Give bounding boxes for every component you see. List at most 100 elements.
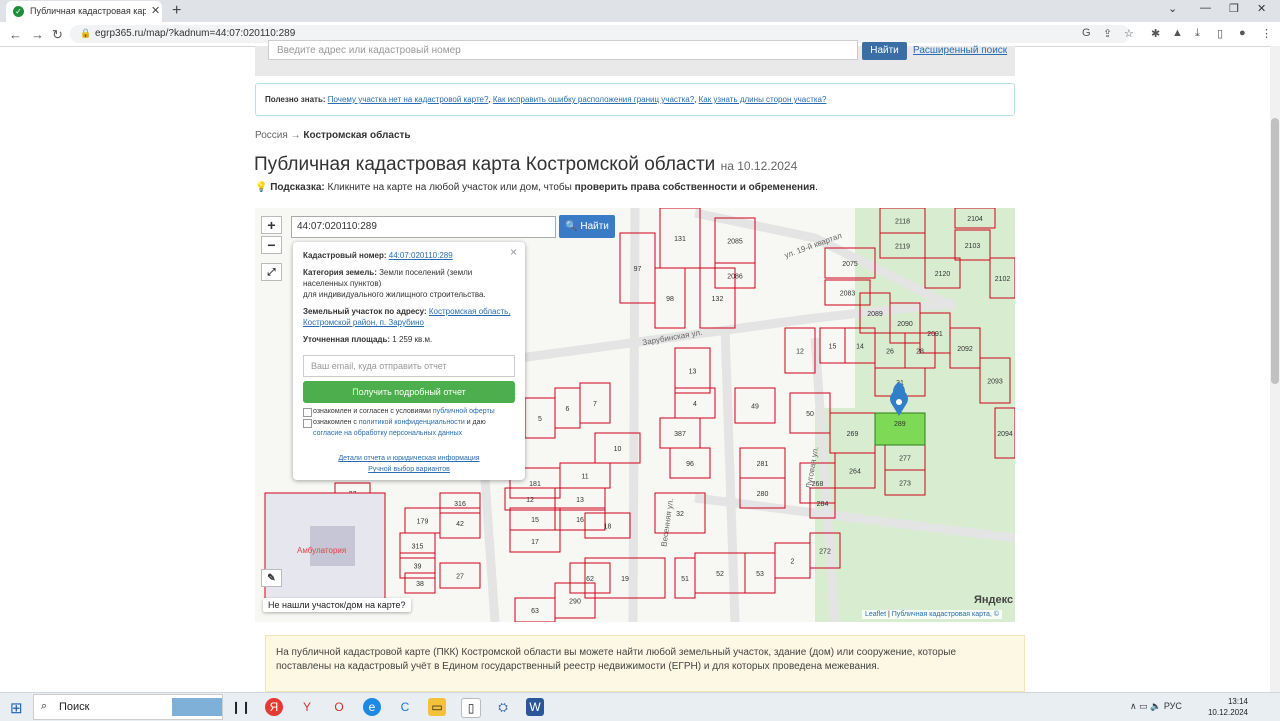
- network-icon[interactable]: ▭: [1139, 701, 1148, 711]
- parcel-label: 50: [806, 411, 814, 418]
- addr-label: Земельный участок по адресу:: [303, 307, 427, 316]
- parcel-label: 2089: [867, 311, 883, 318]
- hint: 💡 Подсказка: Кликните на карте на любой …: [255, 182, 818, 193]
- selected-parcel: [874, 412, 926, 446]
- clinic-label: Амбулатория: [297, 546, 347, 555]
- fullscreen-icon[interactable]: ⤢: [261, 263, 282, 281]
- parcel-label: 2092: [957, 346, 973, 353]
- map-search-input[interactable]: 44:07:020110:289: [291, 216, 556, 238]
- email-field[interactable]: Ваш email, куда отправить отчет: [303, 355, 515, 377]
- cat-label: Категория земель:: [303, 268, 377, 277]
- parcel-label: 12: [796, 349, 804, 356]
- opera-icon[interactable]: O: [330, 698, 348, 716]
- parcel-label: 17: [531, 539, 539, 546]
- selected-parcel-label[interactable]: 289: [894, 421, 906, 428]
- chrome-icon[interactable]: C: [396, 698, 414, 716]
- bookmark-star-icon[interactable]: ☆: [1124, 27, 1134, 40]
- extensions-icon[interactable]: ✱: [1151, 27, 1160, 40]
- not-found-button[interactable]: Не нашли участок/дом на карте?: [263, 598, 411, 612]
- breadcrumb-arrow: →: [290, 130, 301, 141]
- privacy-checkbox[interactable]: [303, 419, 312, 428]
- manual-choice-link[interactable]: Ручной выбор вариантов: [368, 466, 450, 473]
- breadcrumb-current: Костромская область: [303, 130, 411, 141]
- browser-tab[interactable]: ✓ Публичная кадастровая карта К ✕: [6, 1, 162, 22]
- word-icon[interactable]: W: [526, 698, 544, 716]
- hint-label: Подсказка:: [270, 182, 325, 193]
- ruler-icon[interactable]: ✎: [261, 569, 282, 587]
- useful-label: Полезно знать:: [265, 95, 326, 104]
- breadcrumb-root[interactable]: Россия: [255, 130, 288, 141]
- leaflet-link[interactable]: Leaflet: [865, 611, 886, 618]
- windows-start-icon[interactable]: ⊞: [10, 699, 23, 717]
- pkk-link[interactable]: Публичная кадастровая карта, ©: [892, 611, 999, 618]
- yandex-browser-icon[interactable]: Я: [265, 698, 283, 716]
- tab-search-icon[interactable]: ⌄: [1168, 2, 1177, 15]
- file-explorer-icon[interactable]: ▭: [428, 698, 446, 716]
- useful-link-1[interactable]: Почему участка нет на кадастровой карте?: [328, 95, 489, 104]
- clock[interactable]: 13:14 10.12.2024: [1200, 696, 1248, 718]
- yandex-logo: Яндекс: [974, 594, 1014, 606]
- google-icon[interactable]: G: [1082, 27, 1091, 39]
- useful-link-2[interactable]: Как исправить ошибку расположения границ…: [493, 95, 694, 104]
- yandex-icon[interactable]: Y: [298, 698, 316, 716]
- info-box: На публичной кадастровой карте (ПКК) Кос…: [265, 635, 1025, 692]
- map-find-button[interactable]: 🔍 Найти: [559, 215, 615, 238]
- chk2-link2[interactable]: согласие на обработку персональных данны…: [313, 430, 462, 437]
- taskbar-search[interactable]: ⌕ Поиск: [33, 694, 223, 720]
- parcel-label: 51: [681, 576, 689, 583]
- details-link[interactable]: Детали отчета и юридическая информация: [338, 455, 479, 462]
- window-close-icon[interactable]: ✕: [1257, 2, 1266, 15]
- back-icon[interactable]: ←: [9, 27, 22, 42]
- language-indicator[interactable]: РУС: [1164, 701, 1182, 711]
- notepad-icon[interactable]: ▯: [461, 698, 481, 718]
- new-tab-button[interactable]: +: [172, 2, 181, 20]
- cad-value-link[interactable]: 44:07:020110:289: [389, 251, 453, 260]
- menu-icon[interactable]: ⋮: [1261, 27, 1272, 40]
- task-view-icon[interactable]: ❙❙: [231, 698, 251, 716]
- share-icon[interactable]: ⇪: [1103, 27, 1112, 40]
- parcel-label: 281: [757, 461, 769, 468]
- advanced-search-link[interactable]: Расширенный поиск: [913, 45, 1007, 56]
- network-app-icon[interactable]: ⛭: [494, 698, 512, 716]
- parcel-label: 2119: [895, 244, 910, 251]
- parcel-label: 10: [614, 446, 622, 453]
- reload-icon[interactable]: ↻: [52, 27, 63, 43]
- restore-icon[interactable]: ❐: [1229, 2, 1239, 15]
- edge-icon[interactable]: e: [363, 698, 381, 716]
- parcel-label: 13: [576, 497, 584, 504]
- parcel-label: 52: [716, 571, 724, 578]
- hint-bold: проверить права собственности и обремене…: [574, 182, 816, 193]
- parcel-label: 2120: [935, 271, 951, 278]
- parcel-label: 290: [569, 599, 581, 606]
- scrollbar-thumb[interactable]: [1271, 118, 1279, 384]
- side-panel-icon[interactable]: ▯: [1217, 27, 1223, 40]
- parcel-label: 98: [666, 296, 674, 303]
- search-button[interactable]: Найти: [862, 42, 907, 60]
- minimize-icon[interactable]: —: [1200, 2, 1211, 14]
- parcel-label: 132: [712, 296, 724, 303]
- get-report-button[interactable]: Получить подробный отчет: [303, 381, 515, 403]
- address-search-input[interactable]: Введите адрес или кадастровый номер: [268, 40, 858, 60]
- parcel-label: 2: [791, 559, 795, 566]
- page-title-text: Публичная кадастровая карта Костромской …: [254, 154, 716, 175]
- zoom-in-button[interactable]: +: [261, 216, 282, 234]
- parcel-label: 26: [886, 349, 894, 356]
- parcel-label: 27: [456, 574, 464, 581]
- extension-icon[interactable]: ▲: [1172, 27, 1183, 39]
- tab-close-icon[interactable]: ✕: [151, 4, 160, 17]
- search-icon: ⌕: [41, 700, 48, 712]
- chk2-link[interactable]: политикой конфиденциальности: [359, 419, 465, 426]
- zoom-out-button[interactable]: −: [261, 236, 282, 254]
- forward-icon[interactable]: →: [31, 27, 44, 42]
- parcel-label: 49: [751, 404, 759, 411]
- useful-link-3[interactable]: Как узнать длины сторон участка?: [699, 95, 827, 104]
- download-icon[interactable]: ⤓: [1195, 27, 1200, 40]
- volume-icon[interactable]: 🔈: [1150, 701, 1161, 711]
- parcel-label: 15: [531, 517, 539, 524]
- offer-checkbox[interactable]: [303, 408, 312, 417]
- chk1-link[interactable]: публичной оферты: [433, 408, 495, 415]
- map-find-label: Найти: [580, 221, 609, 232]
- profile-icon[interactable]: ●: [1239, 27, 1246, 39]
- taskbar: ⊞ ⌕ Поиск ❙❙ Я Y O e C ▭ ▯ ⛭ W ∧ ▭ 🔈 РУС…: [0, 692, 1280, 721]
- tray-chevron-icon[interactable]: ∧: [1130, 701, 1137, 711]
